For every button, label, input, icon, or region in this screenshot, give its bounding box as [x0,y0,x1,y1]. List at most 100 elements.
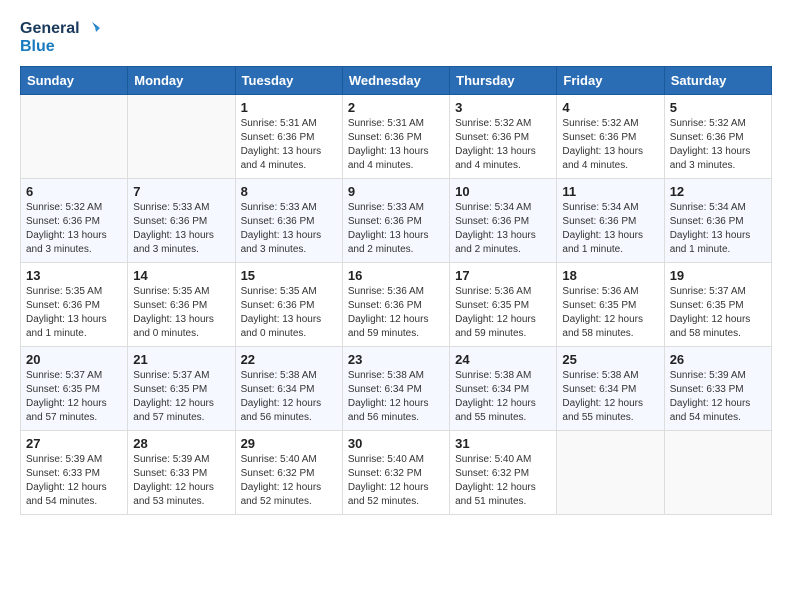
cell-content: Sunrise: 5:31 AMSunset: 6:36 PMDaylight:… [241,117,337,173]
day-number: 11 [562,184,658,199]
cell-content: Sunrise: 5:38 AMSunset: 6:34 PMDaylight:… [455,369,551,425]
calendar-cell: 29 Sunrise: 5:40 AMSunset: 6:32 PMDayligh… [235,430,342,514]
day-number: 6 [26,184,122,199]
day-number: 3 [455,100,551,115]
col-header-saturday: Saturday [664,66,771,94]
calendar-cell: 6 Sunrise: 5:32 AMSunset: 6:36 PMDaylight… [21,178,128,262]
day-number: 23 [348,352,444,367]
col-header-friday: Friday [557,66,664,94]
calendar-cell: 9 Sunrise: 5:33 AMSunset: 6:36 PMDaylight… [342,178,449,262]
cell-content: Sunrise: 5:36 AMSunset: 6:35 PMDaylight:… [455,285,551,341]
logo-blue: Blue [20,38,100,56]
logo: General Blue [20,20,100,56]
cell-content: Sunrise: 5:32 AMSunset: 6:36 PMDaylight:… [670,117,766,173]
cell-content: Sunrise: 5:37 AMSunset: 6:35 PMDaylight:… [26,369,122,425]
cell-content: Sunrise: 5:33 AMSunset: 6:36 PMDaylight:… [133,201,229,257]
cell-content: Sunrise: 5:38 AMSunset: 6:34 PMDaylight:… [562,369,658,425]
day-number: 10 [455,184,551,199]
day-number: 9 [348,184,444,199]
cell-content: Sunrise: 5:32 AMSunset: 6:36 PMDaylight:… [562,117,658,173]
cell-content: Sunrise: 5:40 AMSunset: 6:32 PMDaylight:… [241,453,337,509]
calendar-cell: 1 Sunrise: 5:31 AMSunset: 6:36 PMDaylight… [235,94,342,178]
cell-content: Sunrise: 5:33 AMSunset: 6:36 PMDaylight:… [241,201,337,257]
cell-content: Sunrise: 5:35 AMSunset: 6:36 PMDaylight:… [133,285,229,341]
calendar-cell: 5Sunrise: 5:32 AMSunset: 6:36 PMDaylight… [664,94,771,178]
day-number: 25 [562,352,658,367]
cell-content: Sunrise: 5:35 AMSunset: 6:36 PMDaylight:… [26,285,122,341]
day-number: 15 [241,268,337,283]
day-number: 18 [562,268,658,283]
calendar-cell: 24 Sunrise: 5:38 AMSunset: 6:34 PMDayligh… [450,346,557,430]
calendar-cell: 15 Sunrise: 5:35 AMSunset: 6:36 PMDayligh… [235,262,342,346]
day-number: 19 [670,268,766,283]
cell-content: Sunrise: 5:38 AMSunset: 6:34 PMDaylight:… [241,369,337,425]
cell-content: Sunrise: 5:39 AMSunset: 6:33 PMDaylight:… [670,369,766,425]
calendar-cell: 31Sunrise: 5:40 AMSunset: 6:32 PMDayligh… [450,430,557,514]
col-header-monday: Monday [128,66,235,94]
day-number: 17 [455,268,551,283]
calendar-cell: 30 Sunrise: 5:40 AMSunset: 6:32 PMDayligh… [342,430,449,514]
calendar-cell [664,430,771,514]
calendar-cell: 18 Sunrise: 5:36 AMSunset: 6:35 PMDayligh… [557,262,664,346]
calendar-cell: 25 Sunrise: 5:38 AMSunset: 6:34 PMDayligh… [557,346,664,430]
calendar-cell: 13 Sunrise: 5:35 AMSunset: 6:36 PMDayligh… [21,262,128,346]
day-number: 21 [133,352,229,367]
logo-container: General Blue [20,20,100,56]
calendar-cell: 4 Sunrise: 5:32 AMSunset: 6:36 PMDaylight… [557,94,664,178]
day-number: 20 [26,352,122,367]
cell-content: Sunrise: 5:31 AMSunset: 6:36 PMDaylight:… [348,117,444,173]
day-number: 1 [241,100,337,115]
calendar-cell: 23 Sunrise: 5:38 AMSunset: 6:34 PMDayligh… [342,346,449,430]
calendar-cell: 17 Sunrise: 5:36 AMSunset: 6:35 PMDayligh… [450,262,557,346]
logo-text: General [20,20,100,38]
calendar-cell [128,94,235,178]
calendar-cell: 27 Sunrise: 5:39 AMSunset: 6:33 PMDayligh… [21,430,128,514]
calendar-table: SundayMondayTuesdayWednesdayThursdayFrid… [20,66,772,515]
calendar-cell: 22Sunrise: 5:38 AMSunset: 6:34 PMDayligh… [235,346,342,430]
day-number: 24 [455,352,551,367]
cell-content: Sunrise: 5:39 AMSunset: 6:33 PMDaylight:… [133,453,229,509]
day-number: 29 [241,436,337,451]
cell-content: Sunrise: 5:38 AMSunset: 6:34 PMDaylight:… [348,369,444,425]
cell-content: Sunrise: 5:39 AMSunset: 6:33 PMDaylight:… [26,453,122,509]
cell-content: Sunrise: 5:32 AMSunset: 6:36 PMDaylight:… [455,117,551,173]
calendar-cell: 21Sunrise: 5:37 AMSunset: 6:35 PMDayligh… [128,346,235,430]
cell-content: Sunrise: 5:34 AMSunset: 6:36 PMDaylight:… [455,201,551,257]
calendar-week-5: 27 Sunrise: 5:39 AMSunset: 6:33 PMDayligh… [21,430,772,514]
calendar-cell: 2 Sunrise: 5:31 AMSunset: 6:36 PMDaylight… [342,94,449,178]
cell-content: Sunrise: 5:36 AMSunset: 6:35 PMDaylight:… [562,285,658,341]
calendar-cell: 19 Sunrise: 5:37 AMSunset: 6:35 PMDayligh… [664,262,771,346]
calendar-cell: 7Sunrise: 5:33 AMSunset: 6:36 PMDaylight… [128,178,235,262]
cell-content: Sunrise: 5:35 AMSunset: 6:36 PMDaylight:… [241,285,337,341]
calendar-cell [21,94,128,178]
cell-content: Sunrise: 5:32 AMSunset: 6:36 PMDaylight:… [26,201,122,257]
day-number: 30 [348,436,444,451]
col-header-sunday: Sunday [21,66,128,94]
calendar-cell [557,430,664,514]
cell-content: Sunrise: 5:37 AMSunset: 6:35 PMDaylight:… [670,285,766,341]
day-number: 28 [133,436,229,451]
calendar-cell: 16Sunrise: 5:36 AMSunset: 6:36 PMDayligh… [342,262,449,346]
col-header-tuesday: Tuesday [235,66,342,94]
calendar-cell: 26Sunrise: 5:39 AMSunset: 6:33 PMDayligh… [664,346,771,430]
logo-general: General [20,20,80,38]
calendar-week-2: 6 Sunrise: 5:32 AMSunset: 6:36 PMDaylight… [21,178,772,262]
cell-content: Sunrise: 5:34 AMSunset: 6:36 PMDaylight:… [562,201,658,257]
calendar-cell: 11 Sunrise: 5:34 AMSunset: 6:36 PMDayligh… [557,178,664,262]
header: General Blue [20,20,772,56]
day-number: 4 [562,100,658,115]
calendar-cell: 20 Sunrise: 5:37 AMSunset: 6:35 PMDayligh… [21,346,128,430]
logo-bird-icon [82,20,100,38]
calendar-week-3: 13 Sunrise: 5:35 AMSunset: 6:36 PMDayligh… [21,262,772,346]
day-number: 27 [26,436,122,451]
cell-content: Sunrise: 5:33 AMSunset: 6:36 PMDaylight:… [348,201,444,257]
day-number: 14 [133,268,229,283]
cell-content: Sunrise: 5:40 AMSunset: 6:32 PMDaylight:… [455,453,551,509]
col-header-wednesday: Wednesday [342,66,449,94]
calendar-cell: 14 Sunrise: 5:35 AMSunset: 6:36 PMDayligh… [128,262,235,346]
calendar-cell: 3 Sunrise: 5:32 AMSunset: 6:36 PMDaylight… [450,94,557,178]
day-number: 13 [26,268,122,283]
cell-content: Sunrise: 5:40 AMSunset: 6:32 PMDaylight:… [348,453,444,509]
day-number: 8 [241,184,337,199]
day-number: 2 [348,100,444,115]
